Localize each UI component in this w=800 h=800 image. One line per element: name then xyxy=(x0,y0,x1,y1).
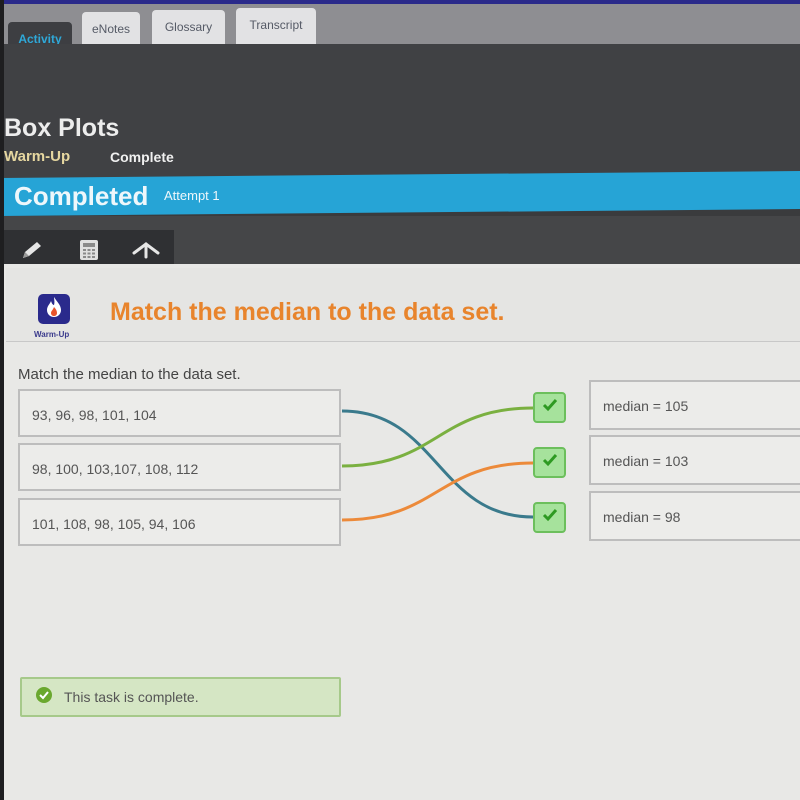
median-item[interactable]: median = 105 xyxy=(589,380,800,430)
completion-banner: This task is complete. xyxy=(20,677,341,717)
check-circle-icon xyxy=(36,686,52,708)
median-text: median = 98 xyxy=(603,509,681,525)
arrow-up-icon xyxy=(131,239,161,266)
warm-up-label: Warm-Up xyxy=(34,330,70,339)
pencil-icon xyxy=(19,239,45,266)
data-set-text: 98, 100, 103,107, 108, 112 xyxy=(32,461,199,477)
median-item[interactable]: median = 98 xyxy=(589,491,800,541)
warm-up-badge xyxy=(38,294,70,324)
median-text: median = 105 xyxy=(603,398,689,414)
checkmark-icon xyxy=(542,508,558,527)
section-label: Warm-Up xyxy=(4,148,71,165)
data-set-item[interactable]: 98, 100, 103,107, 108, 112 xyxy=(18,443,341,491)
data-set-text: 93, 96, 98, 101, 104 xyxy=(32,407,157,423)
data-set-item[interactable]: 93, 96, 98, 101, 104 xyxy=(18,389,341,437)
tab-label: Glossary xyxy=(164,20,213,34)
checkmark-icon xyxy=(542,398,558,417)
tab-label: eNotes xyxy=(91,22,131,36)
section-status: Complete xyxy=(110,149,174,165)
data-set-item[interactable]: 101, 108, 98, 105, 94, 106 xyxy=(18,498,341,546)
completion-message: This task is complete. xyxy=(64,689,199,705)
question-prompt: Match the median to the data set. xyxy=(18,366,241,383)
attempt-label: Attempt 1 xyxy=(164,188,220,203)
page-title: Box Plots xyxy=(4,114,120,142)
tab-label: Transcript xyxy=(249,18,303,32)
correct-indicator xyxy=(533,502,566,533)
screen-bezel xyxy=(0,0,4,800)
data-set-text: 101, 108, 98, 105, 94, 106 xyxy=(32,516,196,532)
activity-heading: Match the median to the data set. xyxy=(110,298,505,326)
median-item[interactable]: median = 103 xyxy=(589,435,800,485)
checkmark-icon xyxy=(542,453,558,472)
tab-transcript[interactable]: Transcript xyxy=(236,8,316,48)
correct-indicator xyxy=(533,447,566,478)
flame-icon xyxy=(44,296,64,323)
median-text: median = 103 xyxy=(603,453,689,469)
status-completed: Completed xyxy=(14,181,149,211)
correct-indicator xyxy=(533,392,566,423)
calculator-icon xyxy=(78,238,100,267)
